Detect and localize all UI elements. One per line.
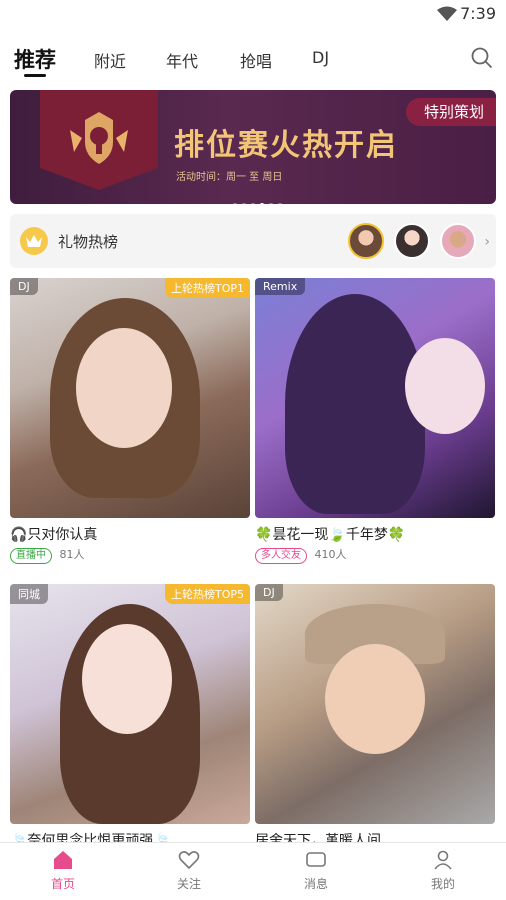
- nav-follow-label: 关注: [176, 877, 201, 891]
- live-status-badge: 直播中: [10, 548, 52, 564]
- status-bar: 7:39: [0, 0, 506, 28]
- active-tab-indicator: [24, 74, 46, 77]
- tab-era[interactable]: 年代: [166, 48, 198, 72]
- banner-subtitle: 活动时间：周一 至 周日: [176, 172, 283, 183]
- promo-banner[interactable]: 排位赛火热开启 活动时间：周一 至 周日 特别策划: [10, 90, 496, 204]
- face-shape: [405, 338, 485, 434]
- listener-count: 410人: [314, 548, 347, 561]
- trophy-emblem-icon: [70, 112, 128, 164]
- nav-me[interactable]: 我的: [413, 849, 473, 892]
- hair-shape: [285, 294, 425, 514]
- multi-friends-badge: 多人交友: [255, 548, 307, 564]
- room-cover-image: DJ: [255, 584, 495, 824]
- nav-home-label: 首页: [50, 877, 75, 891]
- rank-badge: 上轮热榜TOP1: [164, 278, 250, 298]
- nav-messages[interactable]: 消息: [286, 849, 346, 892]
- banner-title: 排位赛火热开启: [174, 128, 398, 163]
- banner-badge: 特别策划: [405, 98, 496, 126]
- room-card[interactable]: DJ 居舍天下，堇暖人间: [255, 584, 495, 850]
- room-card[interactable]: 同城 上轮热榜TOP5 🍃奈何思念比恨更顽强🍃: [10, 584, 250, 850]
- gift-rank-label: 礼物热榜: [58, 233, 119, 251]
- room-tag: Remix: [255, 278, 306, 295]
- nav-me-label: 我的: [430, 877, 455, 891]
- room-tag: DJ: [10, 278, 38, 295]
- search-icon[interactable]: [470, 46, 494, 70]
- room-meta: 直播中 81人: [10, 546, 250, 564]
- tab-grab-sing[interactable]: 抢唱: [240, 48, 272, 72]
- avatar[interactable]: [440, 223, 476, 259]
- top-tabs: 推荐 附近 年代 抢唱 DJ: [0, 40, 506, 84]
- nav-home[interactable]: 首页: [33, 849, 93, 892]
- tab-recommend[interactable]: 推荐: [14, 44, 56, 74]
- room-title: 🎧只对你认真: [10, 527, 98, 543]
- room-card[interactable]: DJ 上轮热榜TOP1 🎧只对你认真 直播中 81人: [10, 278, 250, 564]
- carousel-dot-active: [259, 203, 265, 204]
- tab-nearby[interactable]: 附近: [94, 48, 126, 72]
- carousel-dot: [268, 203, 274, 204]
- carousel-dot: [241, 203, 247, 204]
- listener-count: 81人: [59, 548, 85, 561]
- wifi-icon: [437, 6, 457, 21]
- home-icon: [54, 851, 72, 869]
- tab-dj[interactable]: DJ: [312, 48, 329, 67]
- heart-icon: [178, 851, 200, 870]
- carousel-dot: [232, 203, 238, 204]
- room-cover-image: 同城 上轮热榜TOP5: [10, 584, 250, 824]
- carousel-dot: [277, 203, 283, 204]
- face-shape: [76, 328, 172, 448]
- carousel-dot: [250, 203, 256, 204]
- person-icon: [434, 850, 452, 870]
- face-shape: [325, 644, 425, 754]
- nav-messages-label: 消息: [303, 877, 328, 891]
- room-cover-image: DJ 上轮热榜TOP1: [10, 278, 250, 518]
- room-meta: 多人交友 410人: [255, 546, 495, 564]
- avatar[interactable]: [348, 223, 384, 259]
- room-title: 🍀昙花一现🍃千年梦🍀: [255, 527, 406, 543]
- gift-rank-bar[interactable]: 礼物热榜 ›: [10, 214, 496, 268]
- message-icon: [306, 852, 326, 867]
- carousel-dots: [232, 194, 286, 204]
- avatar[interactable]: [394, 223, 430, 259]
- crown-icon: [20, 227, 48, 255]
- bottom-nav: 首页 关注 消息 我的: [0, 842, 506, 900]
- status-time: 7:39: [460, 4, 496, 23]
- room-tag: DJ: [255, 584, 283, 601]
- face-shape: [82, 624, 172, 734]
- room-tag: 同城: [10, 584, 48, 604]
- nav-follow[interactable]: 关注: [159, 849, 219, 892]
- chevron-right-icon: ›: [484, 234, 490, 250]
- rank-badge: 上轮热榜TOP5: [164, 584, 250, 604]
- room-card[interactable]: Remix 🍀昙花一现🍃千年梦🍀 多人交友 410人: [255, 278, 495, 564]
- room-cover-image: Remix: [255, 278, 495, 518]
